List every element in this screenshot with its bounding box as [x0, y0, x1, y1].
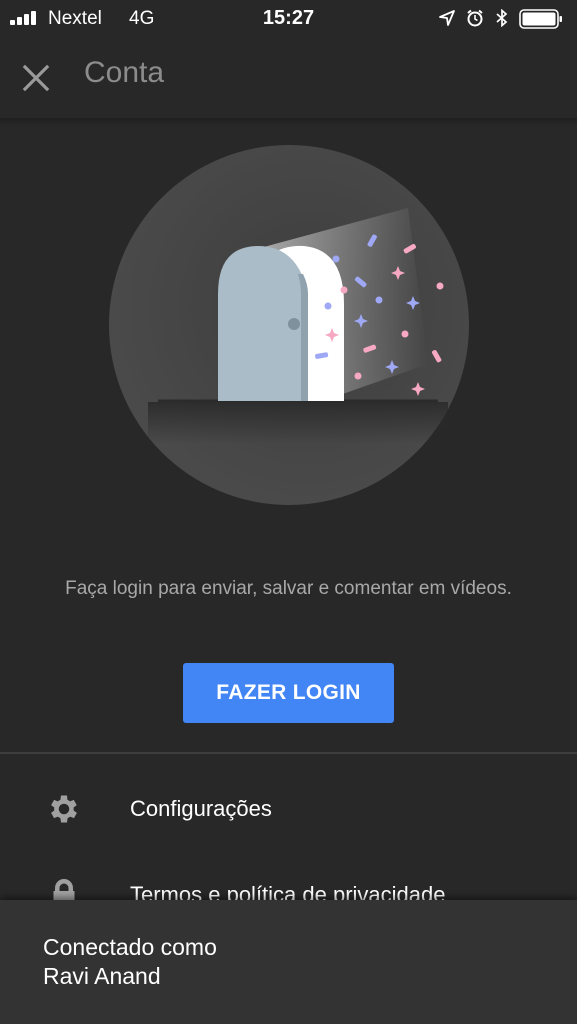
- app-header: Conta: [0, 38, 577, 118]
- gear-icon: [51, 795, 77, 823]
- page-title: Conta: [84, 56, 165, 89]
- status-bar: Nextel 4G 15:27: [0, 0, 577, 38]
- connected-as-label: Conectado como: [43, 934, 217, 960]
- user-name: Ravi Anand: [43, 963, 161, 989]
- menu-item-label: Configurações: [130, 796, 272, 821]
- login-prompt-message: Faça login para enviar, salvar e comenta…: [65, 578, 512, 599]
- divider: [0, 752, 577, 754]
- menu-item-settings[interactable]: Configurações: [0, 766, 577, 852]
- location-arrow-icon: [439, 10, 455, 26]
- door-confetti-illustration: [109, 145, 469, 505]
- login-button[interactable]: FAZER LOGIN: [183, 663, 394, 723]
- close-icon[interactable]: [20, 62, 52, 94]
- header-shadow: [0, 118, 577, 126]
- bluetooth-icon: [496, 9, 508, 27]
- status-time: 15:27: [262, 7, 315, 29]
- battery-icon: [519, 9, 562, 29]
- account-status-panel: Conectado como Ravi Anand: [0, 900, 577, 1024]
- alarm-icon: [467, 9, 483, 27]
